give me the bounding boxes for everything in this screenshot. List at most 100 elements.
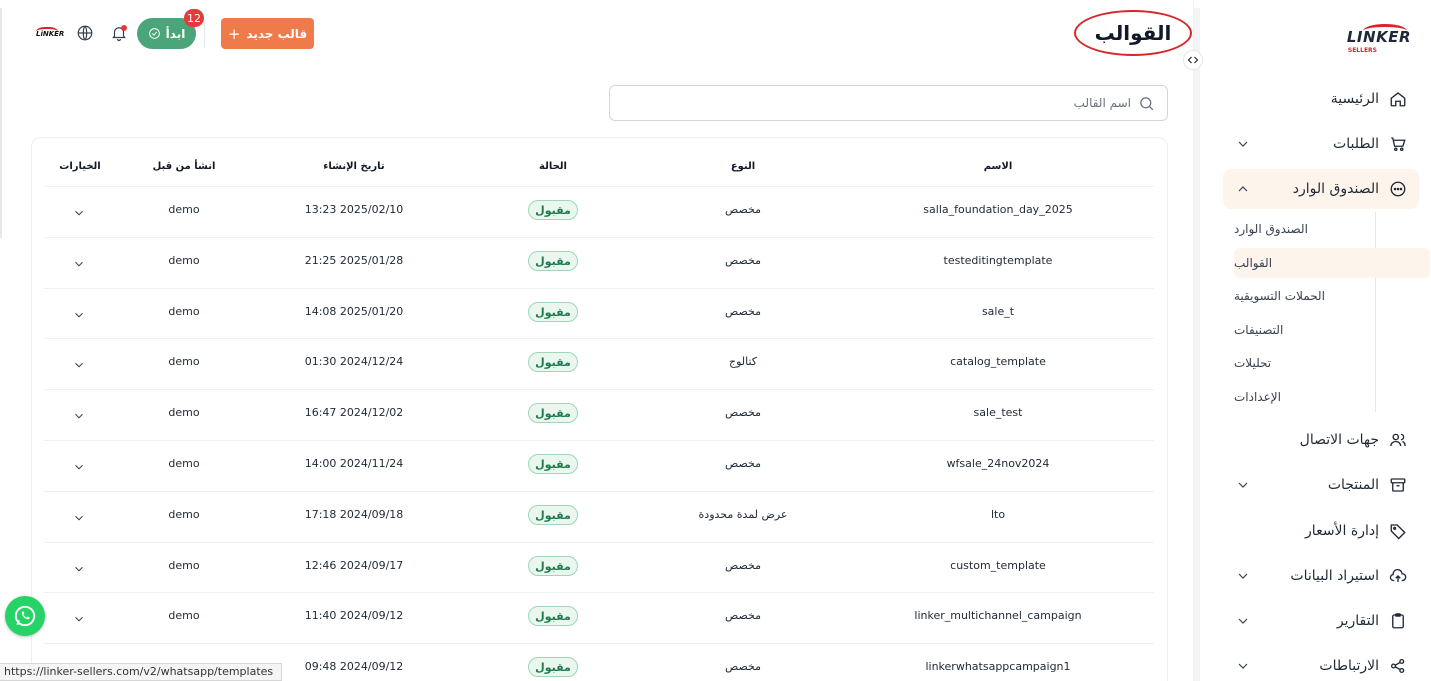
cell-type: مخصص (724, 406, 762, 419)
new-template-button[interactable]: قالب جديد + (221, 18, 314, 49)
sidebar-collapse-toggle[interactable] (1183, 50, 1203, 70)
cell-created: 09:48 2024/09/12 (304, 660, 404, 673)
status-badge: مقبول (528, 657, 578, 677)
row-divider (44, 491, 1154, 492)
row-options-chevron-down-icon[interactable] (72, 510, 86, 524)
row-divider (44, 338, 1154, 339)
cell-created: 14:08 2025/01/20 (304, 305, 404, 318)
cell-name: testeditingtemplate (943, 254, 1053, 267)
check-circle-icon (148, 28, 160, 39)
home-icon (1389, 90, 1407, 108)
status-bar-url: https://linker-sellers.com/v2/whatsapp/t… (0, 663, 283, 681)
subnav-item-campaigns[interactable]: الحملات التسويقية (1234, 281, 1430, 311)
sidebar-item-pricing[interactable]: إدارة الأسعار (1223, 511, 1419, 551)
row-options-chevron-down-icon[interactable] (72, 307, 86, 321)
subnav-item-settings[interactable]: الإعدادات (1234, 382, 1430, 412)
whatsapp-icon (14, 605, 36, 627)
template-search (609, 85, 1168, 121)
plus-icon: + (227, 24, 241, 43)
tag-icon (1389, 522, 1407, 540)
sidebar-item-label: الصندوق الوارد (1292, 181, 1379, 197)
globe-icon[interactable] (76, 24, 94, 42)
cell-type: مخصص (724, 457, 762, 470)
sidebar-item-contacts[interactable]: جهات الاتصال (1223, 420, 1419, 460)
search-input[interactable] (631, 86, 1131, 120)
row-options-chevron-down-icon[interactable] (72, 256, 86, 270)
archive-icon (1389, 476, 1407, 494)
clipboard-icon (1389, 612, 1407, 630)
row-options-chevron-down-icon[interactable] (72, 357, 86, 371)
bell-unread-dot (121, 25, 127, 31)
code-arrows-icon (1187, 56, 1199, 64)
cell-created-by: demo (168, 254, 200, 267)
status-badge: مقبول (528, 606, 578, 626)
user-store-logo[interactable]: LiNKER (36, 27, 64, 39)
cell-name: salla_foundation_day_2025 (923, 203, 1073, 216)
cell-created-by: demo (168, 609, 200, 622)
sidebar-item-label: إدارة الأسعار (1305, 523, 1379, 539)
sidebar-item-label: الطلبات (1333, 136, 1379, 152)
row-divider (44, 592, 1154, 593)
row-divider (44, 288, 1154, 289)
row-options-chevron-down-icon[interactable] (72, 459, 86, 473)
header-divider (204, 20, 205, 48)
column-header-created[interactable]: تاريخ الإنشاء (323, 161, 384, 172)
cell-type: مخصص (724, 305, 762, 318)
logo-text: LINKER (1346, 28, 1411, 46)
row-options-chevron-down-icon[interactable] (72, 205, 86, 219)
cell-created-by: demo (168, 406, 200, 419)
sidebar-item-home[interactable]: الرئيسية (1223, 79, 1419, 119)
sidebar-item-products[interactable]: المنتجات (1223, 465, 1419, 505)
sidebar-item-import[interactable]: استيراد البيانات (1223, 556, 1419, 596)
chevron-down-icon[interactable] (1235, 613, 1251, 629)
subnav-item-analytics[interactable]: تحليلات (1234, 348, 1430, 378)
column-header-status[interactable]: الحالة (539, 161, 567, 172)
cell-created-by: demo (168, 508, 200, 521)
sidebar-item-label: استيراد البيانات (1290, 568, 1379, 584)
column-header-name[interactable]: الاسم (984, 161, 1013, 172)
cell-created-by: demo (168, 457, 200, 470)
sidebar-item-label: التقارير (1336, 613, 1379, 629)
row-options-chevron-down-icon[interactable] (72, 611, 86, 625)
subnav-item-categories[interactable]: التصنيفات (1234, 315, 1430, 345)
cell-created-by: demo (168, 355, 200, 368)
sidebar-item-orders[interactable]: الطلبات (1223, 124, 1419, 164)
new-template-label: قالب جديد (246, 26, 308, 41)
whatsapp-chat-button[interactable] (5, 596, 45, 636)
cell-created: 14:00 2024/11/24 (304, 457, 404, 470)
subnav-item-inbox[interactable]: الصندوق الوارد (1234, 214, 1430, 244)
sidebar: LINKER SELLERS الرئيسية الطلبات الصندوق … (1193, 0, 1431, 681)
sidebar-scrollbar[interactable] (1194, 8, 1200, 681)
share-icon (1389, 657, 1407, 675)
status-badge: مقبول (528, 200, 578, 220)
sidebar-item-label: المنتجات (1327, 477, 1379, 493)
column-header-type[interactable]: النوع (731, 161, 755, 172)
column-header-options[interactable]: الخيارات (59, 161, 100, 172)
cell-created: 13:23 2025/02/10 (304, 203, 404, 216)
column-header-created-by[interactable]: انشأ من قبل (153, 161, 216, 172)
row-options-chevron-down-icon[interactable] (72, 408, 86, 422)
chevron-down-icon[interactable] (1235, 658, 1251, 674)
content-scrollbar[interactable] (0, 8, 2, 238)
row-divider (44, 440, 1154, 441)
sidebar-item-label: جهات الاتصال (1299, 432, 1379, 448)
row-divider (44, 542, 1154, 543)
chevron-down-icon[interactable] (1235, 477, 1251, 493)
chevron-down-icon[interactable] (1235, 136, 1251, 152)
cell-name: lto (990, 508, 1006, 521)
status-badge: مقبول (528, 556, 578, 576)
chevron-up-icon[interactable] (1235, 181, 1251, 197)
row-options-chevron-down-icon[interactable] (72, 561, 86, 575)
subnav-item-templates[interactable]: القوالب (1234, 248, 1430, 278)
brand-logo[interactable]: LINKER SELLERS (1347, 22, 1411, 58)
row-divider (44, 643, 1154, 644)
sidebar-item-label: الارتباطات (1319, 658, 1379, 674)
cell-name: catalog_template (950, 355, 1046, 368)
cell-created: 12:46 2024/09/17 (304, 559, 404, 572)
sidebar-item-integrations[interactable]: الارتباطات (1223, 646, 1419, 681)
sidebar-item-reports[interactable]: التقارير (1223, 601, 1419, 641)
cell-name: linkerwhatsappcampaign1 (925, 660, 1071, 673)
sidebar-item-inbox[interactable]: الصندوق الوارد (1223, 169, 1419, 209)
chevron-down-icon[interactable] (1235, 568, 1251, 584)
cell-type: مخصص (724, 203, 762, 216)
